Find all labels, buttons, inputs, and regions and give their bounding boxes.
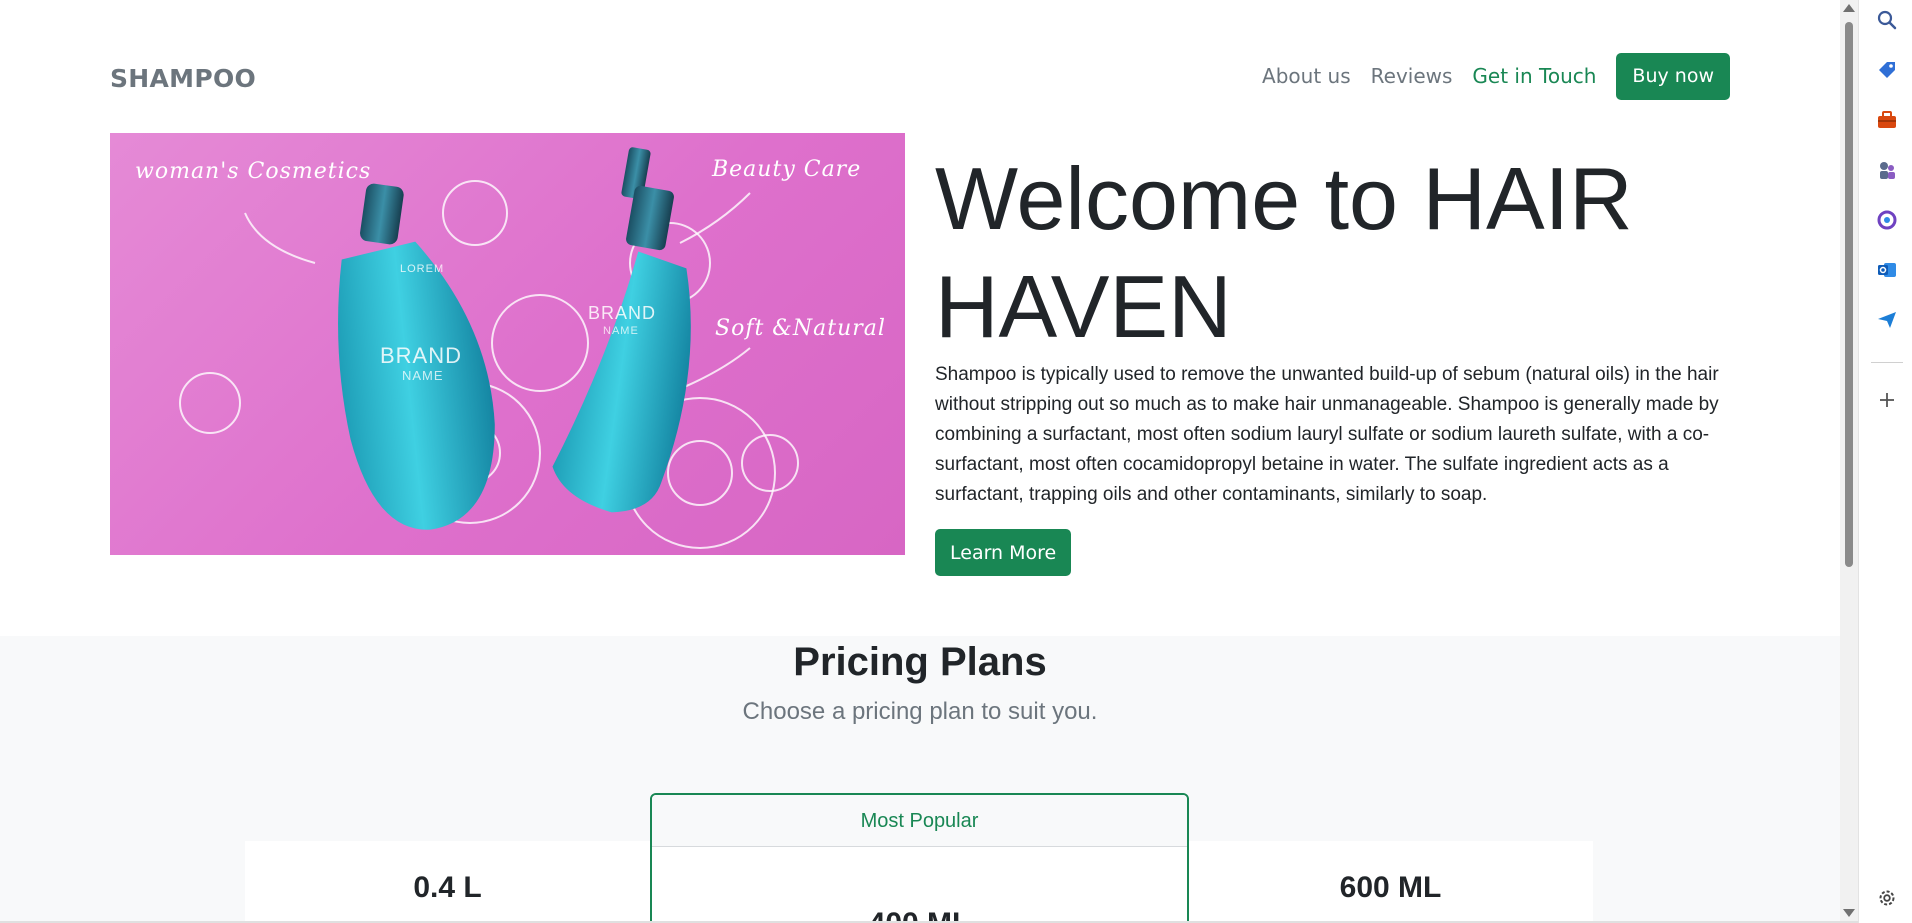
hero-label-beauty-care: Beauty Care bbox=[712, 157, 862, 182]
nav-link-about[interactable]: About us bbox=[1262, 64, 1351, 88]
scroll-up-icon[interactable] bbox=[1843, 4, 1855, 12]
flower-doodles bbox=[179, 180, 799, 549]
search-icon[interactable] bbox=[1875, 8, 1899, 32]
hero-image: woman's Cosmetics Beauty Care Soft &Natu… bbox=[110, 133, 905, 555]
copilot-icon[interactable] bbox=[1875, 208, 1899, 232]
settings-icon[interactable] bbox=[1875, 886, 1899, 910]
send-icon[interactable] bbox=[1875, 308, 1899, 332]
pricing-subtitle: Choose a pricing plan to suit you. bbox=[742, 698, 1098, 725]
nav-link-contact[interactable]: Get in Touch bbox=[1472, 64, 1596, 88]
bottle-lorem-label: LOREM bbox=[400, 263, 445, 275]
chess-icon[interactable] bbox=[1875, 158, 1899, 182]
nav-link-reviews[interactable]: Reviews bbox=[1371, 64, 1453, 88]
nav-links: About us Reviews Get in Touch Buy now bbox=[1242, 52, 1730, 100]
navbar: SHAMPOO About us Reviews Get in Touch Bu… bbox=[110, 52, 1730, 102]
learn-more-button[interactable]: Learn More bbox=[935, 529, 1072, 576]
outlook-icon[interactable] bbox=[1875, 258, 1899, 282]
hero-label-soft-natural: Soft &Natural bbox=[715, 316, 886, 341]
scroll-down-icon[interactable] bbox=[1843, 909, 1855, 917]
toolbox-icon[interactable] bbox=[1875, 108, 1899, 132]
sidebar-divider bbox=[1871, 362, 1903, 363]
pricing-card-title: 600 ML bbox=[1339, 871, 1442, 904]
hero-label-cosmetics: woman's Cosmetics bbox=[135, 159, 372, 184]
pricing-title: Pricing Plans bbox=[793, 640, 1047, 684]
pricing-card-popular: Most Popular 400 ML bbox=[650, 793, 1189, 923]
pricing-section: Pricing Plans Choose a pricing plan to s… bbox=[0, 636, 1840, 923]
hero-title: Welcome to HAIR HAVEN bbox=[935, 149, 1633, 356]
bottle2-brand-label: BRAND bbox=[588, 303, 657, 323]
buy-now-button[interactable]: Buy now bbox=[1616, 52, 1730, 100]
hero-description: Shampoo is typically used to remove the … bbox=[935, 364, 1719, 505]
scroll-thumb[interactable] bbox=[1845, 22, 1853, 567]
most-popular-badge: Most Popular bbox=[652, 795, 1187, 847]
bottle-name-label: NAME bbox=[402, 368, 444, 383]
page-viewport: SHAMPOO About us Reviews Get in Touch Bu… bbox=[0, 0, 1840, 923]
hero-illustration bbox=[179, 147, 799, 549]
bottle2-name-label: NAME bbox=[603, 325, 639, 337]
pricing-card-basic: 0.4 L bbox=[245, 841, 650, 923]
bottle-brand-label: BRAND bbox=[380, 343, 463, 368]
pricing-card-large: 600 ML bbox=[1188, 841, 1593, 923]
pricing-card-title: 0.4 L bbox=[413, 871, 482, 904]
plus-icon[interactable] bbox=[1875, 388, 1899, 412]
brand-logo[interactable]: SHAMPOO bbox=[110, 64, 256, 93]
tag-icon[interactable] bbox=[1875, 58, 1899, 82]
browser-sidebar bbox=[1858, 0, 1912, 923]
page-scrollbar[interactable] bbox=[1840, 0, 1858, 923]
